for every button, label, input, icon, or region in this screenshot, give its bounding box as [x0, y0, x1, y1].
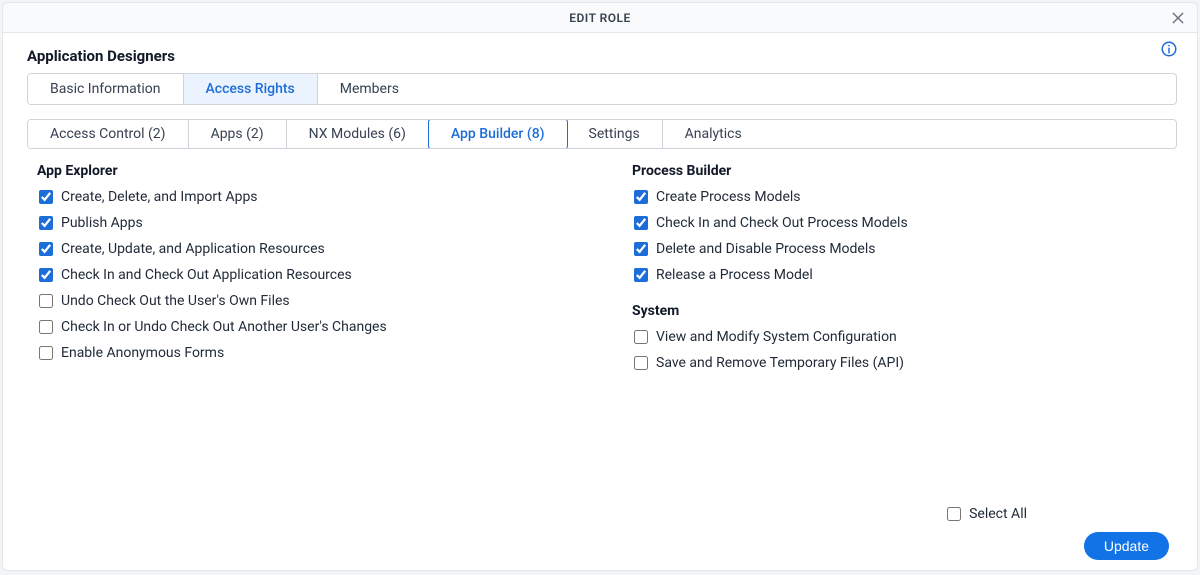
primary-tab-access-rights[interactable]: Access Rights	[184, 74, 318, 104]
permission-checkbox[interactable]	[634, 242, 648, 256]
permission-checkbox[interactable]	[634, 330, 648, 344]
permission-item[interactable]: Create, Delete, and Import Apps	[39, 189, 582, 205]
select-all-checkbox[interactable]: Select All	[947, 506, 1027, 522]
permission-item[interactable]: Create, Update, and Application Resource…	[39, 241, 582, 257]
permission-item[interactable]: View and Modify System Configuration	[634, 329, 1177, 345]
primary-tabs: Basic InformationAccess RightsMembers	[27, 73, 1177, 105]
info-icon[interactable]	[1159, 39, 1179, 59]
permission-checkbox[interactable]	[39, 346, 53, 360]
permission-item[interactable]: Enable Anonymous Forms	[39, 345, 582, 361]
primary-tab-basic-information[interactable]: Basic Information	[28, 74, 184, 104]
permission-label: Check In and Check Out Application Resou…	[61, 267, 352, 283]
permission-item[interactable]: Release a Process Model	[634, 267, 1177, 283]
permission-label: Enable Anonymous Forms	[61, 345, 224, 361]
section-title-app-explorer: App Explorer	[37, 163, 582, 179]
permission-checkbox[interactable]	[634, 356, 648, 370]
permission-label: Delete and Disable Process Models	[656, 241, 875, 257]
permission-checkbox[interactable]	[634, 268, 648, 282]
permission-checkbox[interactable]	[634, 216, 648, 230]
secondary-tabs: Access Control (2)Apps (2)NX Modules (6)…	[27, 119, 1177, 149]
permission-item[interactable]: Save and Remove Temporary Files (API)	[634, 355, 1177, 371]
permission-item[interactable]: Check In and Check Out Process Models	[634, 215, 1177, 231]
permission-label: Publish Apps	[61, 215, 143, 231]
role-name: Application Designers	[27, 47, 1177, 65]
permissions-columns: App Explorer Create, Delete, and Import A…	[27, 163, 1177, 381]
permission-label: Release a Process Model	[656, 267, 813, 283]
permission-checkbox[interactable]	[39, 190, 53, 204]
secondary-tab-apps-2[interactable]: Apps (2)	[189, 120, 287, 148]
permission-label: View and Modify System Configuration	[656, 329, 897, 345]
close-icon[interactable]	[1167, 7, 1189, 29]
dialog-title: EDIT ROLE	[569, 11, 631, 25]
permission-checkbox[interactable]	[39, 294, 53, 308]
permission-item[interactable]: Delete and Disable Process Models	[634, 241, 1177, 257]
permission-label: Check In or Undo Check Out Another User'…	[61, 319, 387, 335]
permissions-right-column: Process Builder Create Process Models Chec…	[622, 163, 1177, 381]
permission-checkbox[interactable]	[39, 242, 53, 256]
edit-role-dialog: EDIT ROLE Application Designers Basic In…	[2, 2, 1198, 571]
permission-label: Create, Delete, and Import Apps	[61, 189, 258, 205]
permission-item[interactable]: Publish Apps	[39, 215, 582, 231]
permissions-left-column: App Explorer Create, Delete, and Import A…	[27, 163, 582, 381]
select-all-label: Select All	[969, 506, 1027, 522]
update-button[interactable]: Update	[1084, 532, 1169, 560]
permission-item[interactable]: Check In or Undo Check Out Another User'…	[39, 319, 582, 335]
section-title-system: System	[632, 303, 1177, 319]
select-all-input[interactable]	[947, 507, 961, 521]
permission-label: Undo Check Out the User's Own Files	[61, 293, 290, 309]
permission-item[interactable]: Create Process Models	[634, 189, 1177, 205]
permission-checkbox[interactable]	[39, 320, 53, 334]
secondary-tab-app-builder-8[interactable]: App Builder (8)	[428, 119, 568, 149]
dialog-body: Application Designers Basic InformationA…	[3, 33, 1197, 570]
secondary-tab-analytics[interactable]: Analytics	[663, 120, 764, 148]
dialog-header: EDIT ROLE	[3, 3, 1197, 33]
permission-checkbox[interactable]	[39, 268, 53, 282]
secondary-tab-access-control-2[interactable]: Access Control (2)	[28, 120, 189, 148]
primary-tab-members[interactable]: Members	[318, 74, 421, 104]
secondary-tab-settings[interactable]: Settings	[567, 120, 663, 148]
permission-checkbox[interactable]	[39, 216, 53, 230]
permission-checkbox[interactable]	[634, 190, 648, 204]
permission-label: Save and Remove Temporary Files (API)	[656, 355, 904, 371]
dialog-footer: Select All Update	[27, 506, 1177, 560]
permission-label: Create Process Models	[656, 189, 801, 205]
permission-item[interactable]: Undo Check Out the User's Own Files	[39, 293, 582, 309]
permission-label: Check In and Check Out Process Models	[656, 215, 908, 231]
secondary-tab-nx-modules-6[interactable]: NX Modules (6)	[287, 120, 429, 148]
permission-label: Create, Update, and Application Resource…	[61, 241, 325, 257]
permission-item[interactable]: Check In and Check Out Application Resou…	[39, 267, 582, 283]
section-title-process-builder: Process Builder	[632, 163, 1177, 179]
